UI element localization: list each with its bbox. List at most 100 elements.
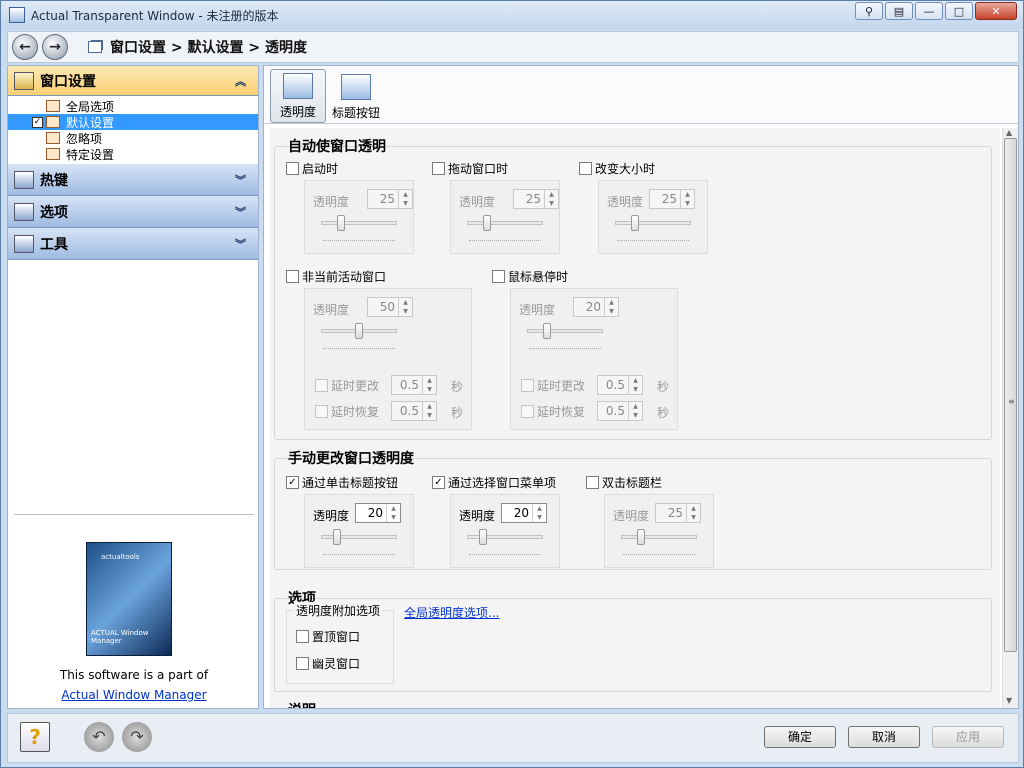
main-panel: 透明度 标题按钮 自动使窗口透明 启动时 拖动窗口时 改变大小时 透明度 25 ▲…: [263, 65, 1019, 709]
global-transparency-link[interactable]: 全局透明度选项...: [404, 604, 499, 621]
double-click-title-checkbox[interactable]: 双击标题栏: [586, 474, 662, 491]
checkbox-box[interactable]: [286, 270, 299, 283]
tab-title-buttons[interactable]: 标题按钮: [328, 69, 384, 123]
spinner-arrows-icon[interactable]: ▲ ▼: [604, 298, 618, 316]
scrollbar-thumb[interactable]: ≡: [1004, 138, 1017, 652]
tree-item-global-options[interactable]: 全局选项: [8, 98, 258, 114]
startup-opacity-spinner[interactable]: 25 ▲ ▼: [367, 189, 413, 209]
inactive-delay-restore-spinner[interactable]: 0.5 ▲ ▼: [391, 401, 437, 421]
section-title: 自动使窗口透明: [288, 139, 386, 155]
menu-item-opacity-slider[interactable]: [479, 529, 487, 545]
checkbox-box[interactable]: [296, 630, 309, 643]
hover-delay-restore-spinner[interactable]: 0.5 ▲ ▼: [597, 401, 643, 421]
inactive-window-checkbox[interactable]: 非当前活动窗口: [286, 268, 386, 285]
tree-item-default-settings[interactable]: ✓ 默认设置: [8, 114, 258, 130]
checkbox-box[interactable]: [296, 657, 309, 670]
drag-opacity-spinner[interactable]: 25 ▲ ▼: [513, 189, 559, 209]
roll-up-icon[interactable]: ▤: [885, 2, 913, 20]
sidebar-section-window-settings[interactable]: 窗口设置 ︽: [8, 66, 258, 96]
close-button[interactable]: ✕: [975, 2, 1017, 20]
sidebar-section-hotkeys[interactable]: 热键 ︾: [8, 164, 258, 196]
spinner-arrows-icon[interactable]: ▲ ▼: [422, 376, 436, 394]
checkbox-box[interactable]: [315, 379, 328, 392]
minimize-button[interactable]: —: [915, 2, 943, 20]
spinner-arrows-icon[interactable]: ▲ ▼: [398, 298, 412, 316]
inactive-delay-restore-checkbox[interactable]: 延时恢复: [315, 403, 379, 420]
ghost-window-checkbox[interactable]: 幽灵窗口: [296, 655, 360, 672]
back-arrow-icon[interactable]: ←: [12, 34, 38, 60]
drag-checkbox[interactable]: 拖动窗口时: [432, 160, 508, 177]
undo-icon[interactable]: ↶: [84, 722, 114, 752]
spinner-arrows-icon[interactable]: ▲ ▼: [386, 504, 400, 522]
forward-arrow-icon[interactable]: →: [42, 34, 68, 60]
chevron-down-icon[interactable]: ︾: [235, 204, 246, 220]
spinner-arrows-icon[interactable]: ▲ ▼: [686, 504, 700, 522]
title-button-opacity-slider[interactable]: [333, 529, 341, 545]
checkbox-box[interactable]: ✓: [432, 476, 445, 489]
tab-transparency[interactable]: 透明度: [270, 69, 326, 123]
help-icon[interactable]: ?: [20, 722, 50, 752]
checkbox-box[interactable]: [315, 405, 328, 418]
vertical-scrollbar[interactable]: ▲ ≡ ▼: [1002, 128, 1018, 708]
hover-delay-change-spinner[interactable]: 0.5 ▲ ▼: [597, 375, 643, 395]
inactive-opacity-spinner[interactable]: 50 ▲ ▼: [367, 297, 413, 317]
title-bar[interactable]: Actual Transparent Window - 未注册的版本 ⚲ ▤ —…: [1, 1, 1023, 29]
maximize-button[interactable]: □: [945, 2, 973, 20]
spinner-arrows-icon[interactable]: ▲ ▼: [532, 504, 546, 522]
topmost-checkbox[interactable]: 置顶窗口: [296, 628, 360, 645]
spinner-arrows-icon[interactable]: ▲ ▼: [422, 402, 436, 420]
checkbox-box[interactable]: [432, 162, 445, 175]
hover-delay-change-checkbox[interactable]: 延时更改: [521, 377, 585, 394]
startup-checkbox[interactable]: 启动时: [286, 160, 338, 177]
tree-item-specific-settings[interactable]: 特定设置: [8, 146, 258, 162]
scroll-up-icon[interactable]: ▲: [1006, 128, 1012, 137]
chevron-up-icon[interactable]: ︽: [235, 73, 246, 89]
chevron-down-icon[interactable]: ︾: [235, 172, 246, 188]
spinner-arrows-icon[interactable]: ▲ ▼: [628, 376, 642, 394]
checkbox-box[interactable]: [492, 270, 505, 283]
checkbox-box[interactable]: [586, 476, 599, 489]
drag-opacity-slider[interactable]: [483, 215, 491, 231]
slider-track: [621, 535, 697, 539]
cancel-button[interactable]: 取消: [848, 726, 920, 748]
inactive-opacity-slider[interactable]: [355, 323, 363, 339]
startup-opacity-slider[interactable]: [337, 215, 345, 231]
spinner-arrows-icon[interactable]: ▲ ▼: [680, 190, 694, 208]
title-button-checkbox[interactable]: ✓ 通过单击标题按钮: [286, 474, 398, 491]
menu-item-opacity-spinner[interactable]: 20 ▲ ▼: [501, 503, 547, 523]
double-click-opacity-slider[interactable]: [637, 529, 645, 545]
sidebar-section-tools[interactable]: 工具 ︾: [8, 228, 258, 260]
hover-delay-restore-checkbox[interactable]: 延时恢复: [521, 403, 585, 420]
menu-item-checkbox[interactable]: ✓ 通过选择窗口菜单项: [432, 474, 556, 491]
resize-opacity-spinner[interactable]: 25 ▲ ▼: [649, 189, 695, 209]
inactive-delay-change-checkbox[interactable]: 延时更改: [315, 377, 379, 394]
hover-opacity-spinner[interactable]: 20 ▲ ▼: [573, 297, 619, 317]
checkbox-box[interactable]: ✓: [286, 476, 299, 489]
redo-icon[interactable]: ↷: [122, 722, 152, 752]
chevron-down-icon[interactable]: ︾: [235, 236, 246, 252]
checkbox-box[interactable]: [579, 162, 592, 175]
inactive-delay-change-spinner[interactable]: 0.5 ▲ ▼: [391, 375, 437, 395]
sidebar-section-options[interactable]: 选项 ︾: [8, 196, 258, 228]
double-click-opacity-spinner[interactable]: 25 ▲ ▼: [655, 503, 701, 523]
mouse-hover-checkbox[interactable]: 鼠标悬停时: [492, 268, 568, 285]
section-title: 手动更改窗口透明度: [288, 451, 414, 467]
checkbox-box[interactable]: [521, 379, 534, 392]
promo-link[interactable]: Actual Window Manager: [8, 688, 260, 702]
title-button-opacity-spinner[interactable]: 20 ▲ ▼: [355, 503, 401, 523]
apply-button[interactable]: 应用: [932, 726, 1004, 748]
spinner-arrows-icon[interactable]: ▲ ▼: [398, 190, 412, 208]
pin-icon[interactable]: ⚲: [855, 2, 883, 20]
window-icon: [88, 41, 102, 53]
checkbox-box[interactable]: [286, 162, 299, 175]
checkbox-box[interactable]: [521, 405, 534, 418]
ok-button[interactable]: 确定: [764, 726, 836, 748]
resize-opacity-slider[interactable]: [631, 215, 639, 231]
spinner-arrows-icon[interactable]: ▲ ▼: [544, 190, 558, 208]
hover-opacity-slider[interactable]: [543, 323, 551, 339]
spinner-arrows-icon[interactable]: ▲ ▼: [628, 402, 642, 420]
resize-checkbox[interactable]: 改变大小时: [579, 160, 655, 177]
default-settings-checkbox[interactable]: ✓: [32, 116, 43, 128]
scroll-down-icon[interactable]: ▼: [1006, 696, 1012, 705]
tree-item-exclusions[interactable]: 忽略项: [8, 130, 258, 146]
